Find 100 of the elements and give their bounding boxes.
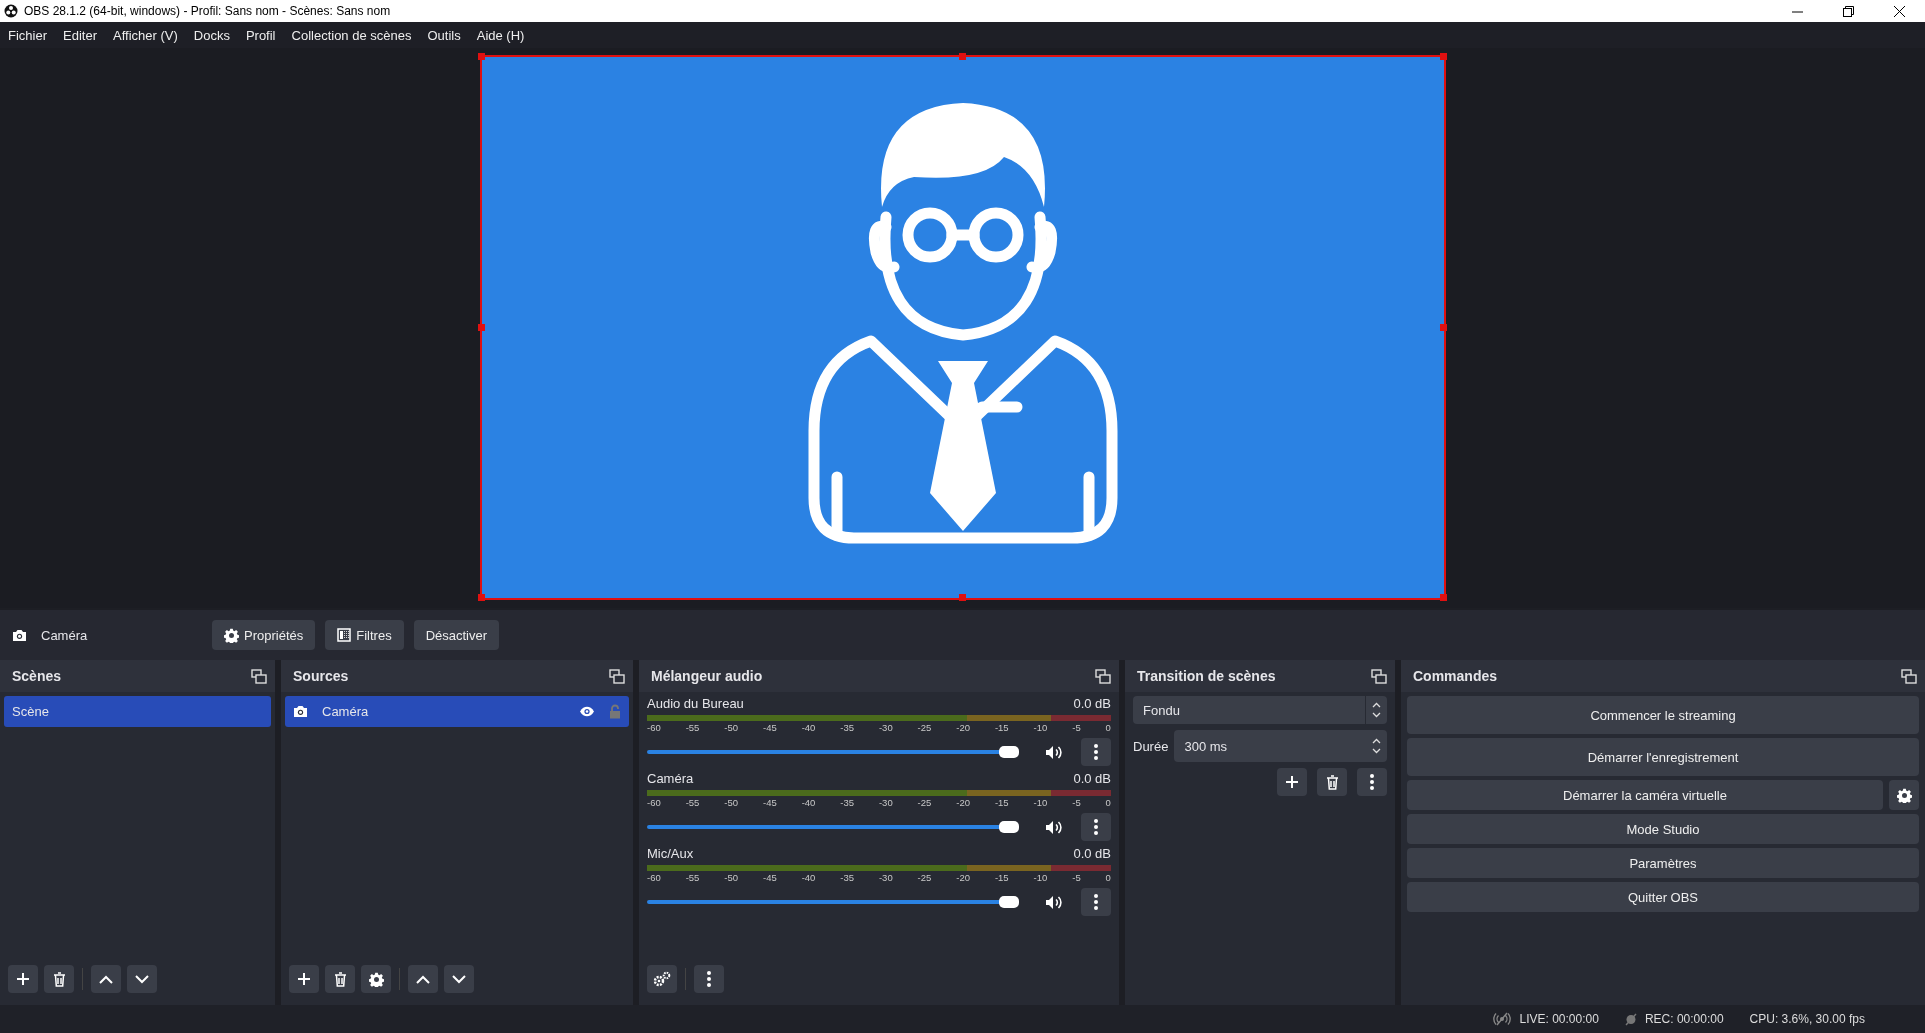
meter-scale-label: -15 — [994, 797, 1009, 810]
remove-button[interactable] — [325, 965, 355, 993]
meter-scale-label: -5 — [1072, 797, 1081, 810]
undock-icon[interactable] — [609, 668, 625, 684]
volume-reading: 0.0 dB — [1073, 696, 1111, 713]
settings-button[interactable] — [1889, 780, 1919, 810]
dock-title: Scènes — [12, 668, 62, 684]
move-up-button[interactable] — [408, 965, 438, 993]
resize-handle[interactable] — [477, 53, 485, 60]
live-time: LIVE: 00:00:00 — [1519, 1012, 1599, 1026]
menu-item[interactable]: Docks — [193, 27, 230, 43]
resize-handle[interactable] — [958, 53, 966, 60]
meter-scale-label: -15 — [994, 872, 1009, 885]
more-button[interactable] — [694, 965, 724, 993]
dock-title: Sources — [293, 668, 349, 684]
menu-item[interactable]: Profil — [245, 27, 276, 43]
meter-scale-label: -55 — [685, 872, 700, 885]
add-button[interactable] — [8, 965, 38, 993]
command-button[interactable]: Mode Studio — [1407, 814, 1919, 844]
properties-button[interactable]: Propriétés — [212, 620, 316, 650]
chevron-up-icon — [416, 974, 430, 984]
undock-icon[interactable] — [1371, 668, 1387, 684]
duration-spinbox[interactable]: 300 ms — [1174, 730, 1387, 762]
remove-button[interactable] — [1317, 768, 1347, 796]
dock-title: Transition de scènes — [1137, 668, 1276, 684]
meter-scale-label: -60 — [647, 722, 661, 735]
gear-icon — [224, 627, 239, 643]
source-name: Caméra — [41, 627, 88, 643]
meter-scale-label: -40 — [801, 722, 816, 735]
menu-item[interactable]: Collection de scènes — [291, 27, 412, 43]
slider-thumb[interactable] — [999, 896, 1020, 908]
resize-handle[interactable] — [477, 323, 485, 331]
meter-scale-label: 0 — [1105, 797, 1111, 810]
restore-icon[interactable] — [1843, 5, 1854, 17]
dock-title: Mélangeur audio — [651, 668, 763, 684]
resize-handle[interactable] — [1439, 323, 1447, 331]
resize-handle[interactable] — [958, 594, 966, 601]
chevron-down-icon — [452, 974, 466, 984]
command-button[interactable]: Démarrer l'enregistrement — [1407, 738, 1919, 776]
scene-item[interactable]: Scène — [4, 696, 271, 727]
command-button[interactable]: Démarrer la caméra virtuelle — [1407, 780, 1883, 810]
undock-icon[interactable] — [251, 668, 267, 684]
channel-name: Audio du Bureau — [647, 696, 744, 713]
properties-button[interactable] — [361, 965, 391, 993]
meter-scale-label: -35 — [840, 872, 854, 885]
meter-scale-label: -20 — [956, 722, 970, 735]
filters-button[interactable]: Filtres — [325, 620, 404, 650]
command-button[interactable]: Paramètres — [1407, 848, 1919, 878]
undock-icon[interactable] — [1901, 668, 1917, 684]
more-button[interactable] — [1081, 888, 1111, 916]
close-icon[interactable] — [1894, 5, 1905, 17]
meter-scale-label: -15 — [994, 722, 1009, 735]
speaker-icon[interactable] — [1045, 894, 1063, 910]
move-down-button[interactable] — [127, 965, 157, 993]
camera-icon — [12, 628, 27, 642]
more-button[interactable] — [1081, 813, 1111, 841]
command-button[interactable]: Commencer le streaming — [1407, 696, 1919, 734]
menu-item[interactable]: Editer — [63, 27, 97, 43]
meter-scale-label: -25 — [917, 872, 932, 885]
plus-icon — [1285, 775, 1299, 789]
plus-icon — [297, 972, 311, 986]
command-button[interactable]: Quitter OBS — [1407, 882, 1919, 912]
meter-scale-label: -20 — [956, 797, 970, 810]
meter-scale-label: -60 — [647, 797, 661, 810]
speaker-icon[interactable] — [1045, 744, 1063, 760]
more-button[interactable] — [1357, 768, 1387, 796]
eye-icon[interactable] — [579, 706, 595, 717]
deactivate-button[interactable]: Désactiver — [413, 620, 500, 650]
source-item[interactable]: Caméra — [285, 696, 629, 727]
move-up-button[interactable] — [91, 965, 121, 993]
resize-handle[interactable] — [477, 594, 485, 601]
resize-handle[interactable] — [1439, 594, 1447, 601]
move-down-button[interactable] — [444, 965, 474, 993]
advanced-settings-button[interactable] — [647, 965, 677, 993]
remove-button[interactable] — [44, 965, 74, 993]
menu-item[interactable]: Outils — [427, 27, 461, 43]
add-button[interactable] — [289, 965, 319, 993]
meter-scale-label: -20 — [956, 872, 970, 885]
kebab-menu-icon — [1094, 894, 1098, 910]
menu-item[interactable]: Aide (H) — [476, 27, 525, 43]
resize-handle[interactable] — [1439, 53, 1447, 60]
kebab-menu-icon — [1094, 819, 1098, 835]
chevron-up-icon — [99, 974, 113, 984]
volume-reading: 0.0 dB — [1073, 771, 1111, 788]
slider-thumb[interactable] — [999, 821, 1020, 833]
kebab-menu-icon — [1094, 744, 1098, 760]
slider-thumb[interactable] — [999, 746, 1020, 758]
transition-select[interactable]: Fondu — [1133, 696, 1387, 724]
kebab-menu-icon — [1370, 774, 1374, 790]
plus-icon — [16, 972, 30, 986]
undock-icon[interactable] — [1095, 668, 1111, 684]
menu-item[interactable]: Fichier — [8, 27, 47, 43]
add-button[interactable] — [1277, 768, 1307, 796]
recording-off-icon — [1624, 1012, 1637, 1026]
trash-icon — [1325, 774, 1339, 790]
more-button[interactable] — [1081, 738, 1111, 766]
speaker-icon[interactable] — [1045, 819, 1063, 835]
menu-item[interactable]: Afficher (V) — [113, 27, 178, 43]
meter-scale-label: -55 — [685, 797, 700, 810]
gears-icon — [653, 971, 671, 987]
